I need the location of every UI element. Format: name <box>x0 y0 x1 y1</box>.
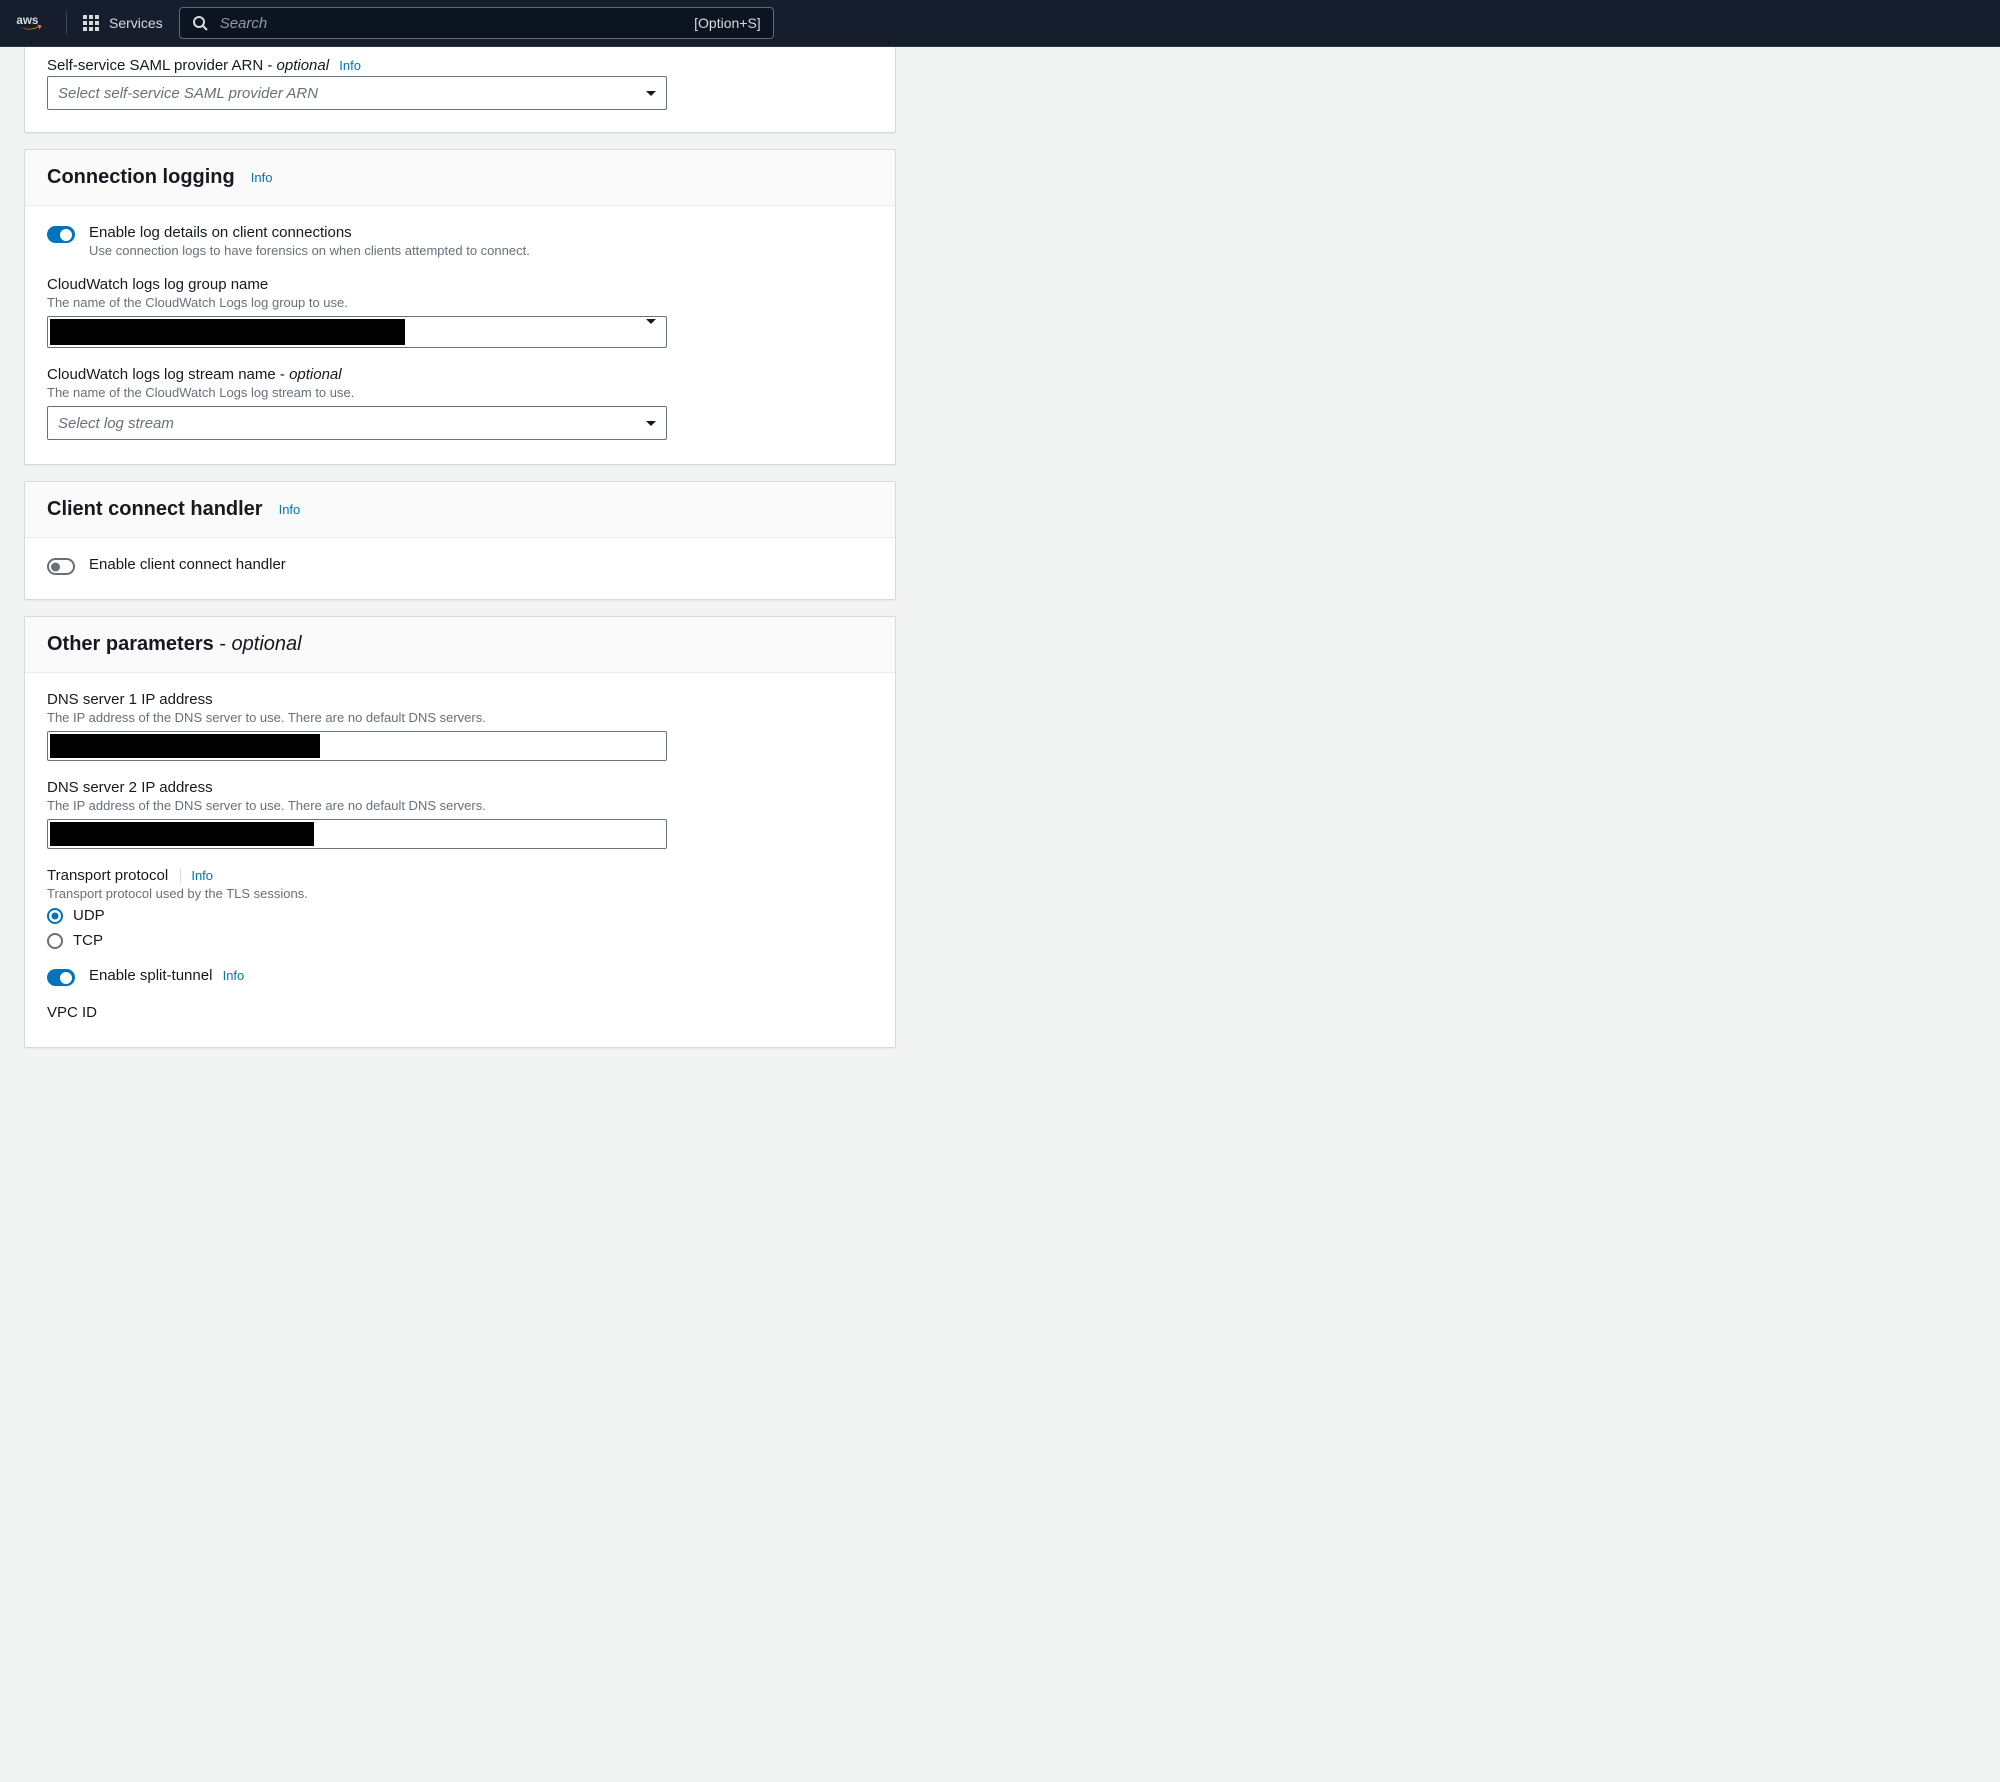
split-tunnel-info-link[interactable]: Info <box>223 968 245 983</box>
transport-tcp-label: TCP <box>73 932 103 949</box>
transport-udp-label: UDP <box>73 907 105 924</box>
chevron-down-icon <box>646 319 656 340</box>
main-content: Self-service SAML provider ARN - optiona… <box>0 47 920 1072</box>
services-grid-icon <box>83 15 99 31</box>
enable-log-desc: Use connection logs to have forensics on… <box>89 243 530 258</box>
client-connect-handler-info-link[interactable]: Info <box>279 502 301 517</box>
enable-connect-handler-title: Enable client connect handler <box>89 556 286 573</box>
top-nav: aws Services [Option+S] <box>0 0 2000 47</box>
cw-stream-label: CloudWatch logs log stream name - option… <box>47 366 873 383</box>
dns1-desc: The IP address of the DNS server to use.… <box>47 710 873 725</box>
enable-log-title: Enable log details on client connections <box>89 224 530 241</box>
nav-divider <box>66 11 67 35</box>
other-parameters-title: Other parameters - optional <box>47 633 302 656</box>
dns2-input[interactable] <box>47 819 667 849</box>
enable-connect-handler-toggle[interactable] <box>47 558 75 575</box>
chevron-down-icon <box>646 421 656 426</box>
enable-connect-handler-row: Enable client connect handler <box>47 556 873 575</box>
connection-logging-panel: Connection logging Info Enable log detai… <box>24 149 896 465</box>
redacted-value <box>50 822 314 846</box>
search-hint: [Option+S] <box>694 15 761 31</box>
split-tunnel-toggle[interactable] <box>47 969 75 986</box>
cw-group-label: CloudWatch logs log group name <box>47 276 873 293</box>
vpc-id-label: VPC ID <box>47 1004 873 1021</box>
saml-info-link[interactable]: Info <box>339 58 361 73</box>
transport-label: Transport protocol Info <box>47 867 873 884</box>
search-icon <box>192 15 208 31</box>
connection-logging-info-link[interactable]: Info <box>251 170 273 185</box>
split-tunnel-title: Enable split-tunnel Info <box>89 967 244 984</box>
enable-log-toggle[interactable] <box>47 226 75 243</box>
redacted-value <box>50 734 320 758</box>
saml-select-placeholder: Select self-service SAML provider ARN <box>58 85 318 102</box>
cw-stream-desc: The name of the CloudWatch Logs log stre… <box>47 385 873 400</box>
client-connect-handler-panel: Client connect handler Info Enable clien… <box>24 481 896 600</box>
svg-text:aws: aws <box>16 14 38 27</box>
search-input[interactable] <box>220 15 694 32</box>
radio-icon <box>47 933 63 949</box>
transport-udp-radio[interactable]: UDP <box>47 907 873 924</box>
transport-tcp-radio[interactable]: TCP <box>47 932 873 949</box>
saml-section: Self-service SAML provider ARN - optiona… <box>24 47 896 133</box>
cw-group-select[interactable] <box>47 316 667 348</box>
saml-select[interactable]: Select self-service SAML provider ARN <box>47 76 667 110</box>
aws-logo[interactable]: aws <box>16 13 50 33</box>
other-parameters-panel: Other parameters - optional DNS server 1… <box>24 616 896 1048</box>
dns1-input[interactable] <box>47 731 667 761</box>
dns2-label: DNS server 2 IP address <box>47 779 873 796</box>
cw-stream-select[interactable]: Select log stream <box>47 406 667 440</box>
client-connect-handler-title: Client connect handler <box>47 498 263 521</box>
connection-logging-title: Connection logging <box>47 166 235 189</box>
split-tunnel-row: Enable split-tunnel Info <box>47 967 873 986</box>
transport-desc: Transport protocol used by the TLS sessi… <box>47 886 873 901</box>
enable-log-toggle-row: Enable log details on client connections… <box>47 224 873 258</box>
other-parameters-header: Other parameters - optional <box>25 617 895 673</box>
cw-stream-placeholder: Select log stream <box>58 415 174 432</box>
search-bar[interactable]: [Option+S] <box>179 7 774 39</box>
saml-label: Self-service SAML provider ARN - optiona… <box>47 57 873 74</box>
redacted-value <box>50 319 405 345</box>
cw-group-desc: The name of the CloudWatch Logs log grou… <box>47 295 873 310</box>
radio-icon <box>47 908 63 924</box>
services-label: Services <box>109 15 163 31</box>
transport-info-link[interactable]: Info <box>180 868 213 883</box>
dns1-label: DNS server 1 IP address <box>47 691 873 708</box>
dns2-desc: The IP address of the DNS server to use.… <box>47 798 873 813</box>
services-button[interactable]: Services <box>83 15 163 31</box>
connection-logging-header: Connection logging Info <box>25 150 895 206</box>
client-connect-handler-header: Client connect handler Info <box>25 482 895 538</box>
chevron-down-icon <box>646 91 656 96</box>
